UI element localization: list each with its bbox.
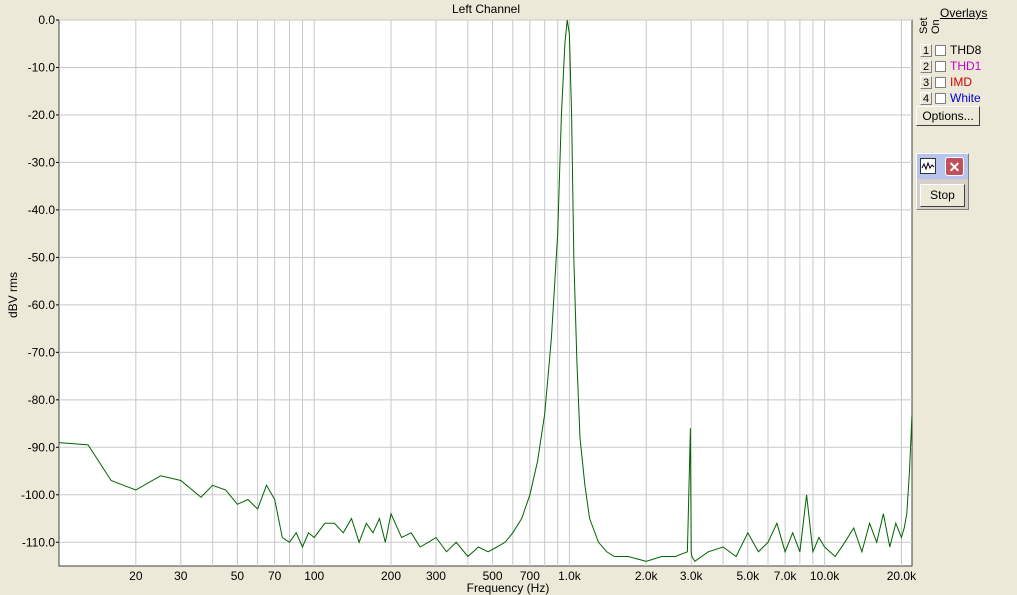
y-tick-label: -90.0: [28, 440, 56, 454]
x-tick-label: 3.0k: [680, 569, 704, 583]
x-tick-label: 300: [426, 569, 446, 583]
x-tick-label: 50: [231, 569, 245, 583]
overlays-title: Overlays: [940, 6, 988, 20]
y-tick-label: -10.0: [28, 60, 56, 74]
spectrum-chart: 0.0 -10.0 -20.0 -30.0 -40.0 -50.0 -60.0 -70.0 -8…: [6, 2, 917, 595]
y-tick-label: 0.0: [38, 13, 55, 27]
overlay-row-2: 2 THD1: [920, 58, 981, 74]
overlay-label-imd: IMD: [950, 75, 972, 89]
x-tick-label: 100: [304, 569, 324, 583]
x-tick-label: 2.0k: [635, 569, 659, 583]
x-axis-label: Frequency (Hz): [467, 581, 550, 595]
overlay-label-thd8: THD8: [950, 43, 982, 57]
x-tick-label: 1.0k: [558, 569, 582, 583]
overlay-checkbox-2[interactable]: [935, 60, 946, 72]
on-column-label: On: [930, 19, 942, 34]
y-axis-ticks: 0.0 -10.0 -20.0 -30.0 -40.0 -50.0 -60.0 -70.0 -8…: [21, 13, 59, 549]
stop-button[interactable]: Stop: [920, 184, 965, 207]
y-tick-label: -20.0: [28, 108, 56, 122]
chart-title: Left Channel: [452, 2, 520, 16]
x-tick-label: 7.0k: [774, 569, 798, 583]
options-button[interactable]: Options...: [916, 106, 980, 126]
y-tick-label: -60.0: [28, 298, 56, 312]
overlay-set-button-3[interactable]: 3: [920, 75, 932, 89]
y-tick-label: -80.0: [28, 393, 56, 407]
overlay-set-button-1[interactable]: 1: [920, 43, 932, 57]
set-column-label: Set: [918, 17, 930, 34]
y-tick-label: -70.0: [28, 345, 56, 359]
plot-area: [58, 19, 913, 567]
x-tick-label: 20.0k: [887, 569, 917, 583]
overlay-set-button-2[interactable]: 2: [920, 59, 932, 73]
x-tick-label: 5.0k: [736, 569, 760, 583]
stop-widget: ✕ Stop: [916, 153, 969, 210]
close-icon[interactable]: ✕: [945, 157, 964, 176]
x-tick-label: 200: [381, 569, 401, 583]
overlay-row-3: 3 IMD: [920, 74, 972, 90]
y-tick-label: -40.0: [28, 203, 56, 217]
x-tick-label: 30: [174, 569, 188, 583]
waveform-icon: [920, 158, 936, 174]
overlay-row-4: 4 White: [920, 90, 981, 106]
y-tick-label: -110.0: [22, 535, 55, 549]
overlay-checkbox-3[interactable]: [935, 76, 946, 88]
overlays-panel: Overlays Set On 1 THD8 2 THD1 3 IMD 4 Wh…: [916, 4, 1016, 126]
x-tick-label: 10.0k: [810, 569, 840, 583]
overlay-row-1: 1 THD8: [920, 42, 981, 58]
overlay-label-thd1: THD1: [950, 59, 982, 73]
y-axis-label: dBV rms: [6, 272, 20, 318]
y-tick-label: -100.0: [21, 488, 55, 502]
y-tick-label: -30.0: [28, 155, 56, 169]
y-tick-label: -50.0: [28, 250, 56, 264]
overlay-checkbox-4[interactable]: [935, 92, 946, 104]
stop-widget-titlebar[interactable]: ✕: [917, 154, 968, 179]
x-tick-label: 70: [268, 569, 282, 583]
overlay-label-white: White: [950, 91, 981, 105]
x-tick-label: 20: [129, 569, 143, 583]
overlay-checkbox-1[interactable]: [935, 44, 946, 56]
overlay-set-button-4[interactable]: 4: [920, 91, 932, 105]
